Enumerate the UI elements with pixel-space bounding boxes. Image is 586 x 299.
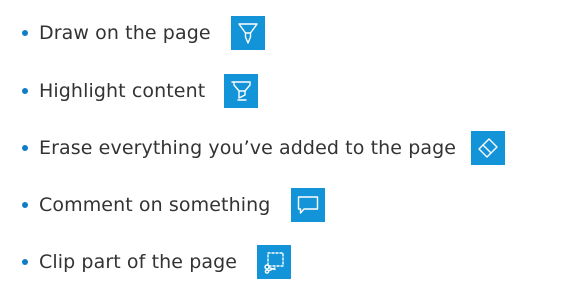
feature-label-highlight: Highlight content (39, 80, 206, 102)
feature-item-comment: Comment on something (22, 185, 326, 225)
bullet (22, 202, 28, 208)
feature-item-clip: Clip part of the page (22, 242, 292, 282)
feature-list: Draw on the page Highlight content Erase… (0, 0, 586, 299)
bullet (22, 30, 28, 36)
feature-item-draw: Draw on the page (22, 13, 265, 53)
eraser-icon[interactable] (471, 131, 506, 165)
bullet (22, 145, 28, 151)
feature-item-highlight: Highlight content (22, 71, 259, 111)
highlighter-icon[interactable] (224, 74, 259, 108)
clip-icon[interactable] (257, 245, 292, 279)
feature-label-comment: Comment on something (39, 194, 271, 216)
bullet (22, 259, 28, 265)
comment-icon[interactable] (291, 188, 326, 222)
feature-item-erase: Erase everything you’ve added to the pag… (22, 128, 506, 168)
pen-icon[interactable] (230, 16, 265, 50)
feature-label-erase: Erase everything you’ve added to the pag… (39, 137, 457, 159)
feature-label-clip: Clip part of the page (39, 251, 238, 273)
bullet (22, 88, 28, 94)
feature-label-draw: Draw on the page (39, 22, 211, 44)
